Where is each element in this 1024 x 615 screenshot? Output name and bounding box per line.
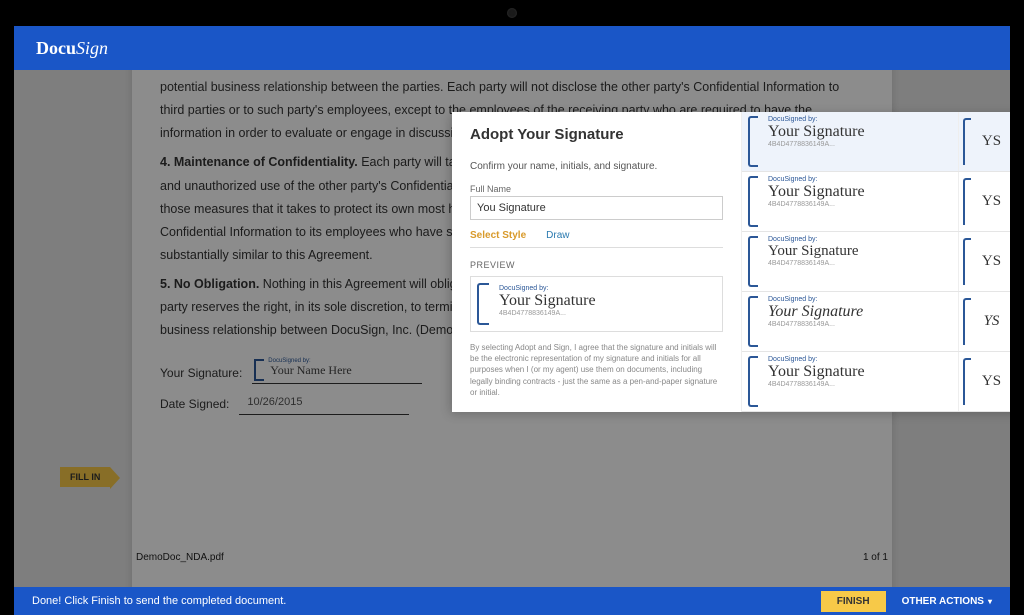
stamp-hash: 4B4D4778836149A... bbox=[768, 201, 952, 208]
initials-bracket-icon bbox=[963, 118, 971, 165]
document-filename: DemoDoc_NDA.pdf bbox=[136, 552, 224, 563]
signature-options-list: DocuSigned by: Your Signature 4B4D477883… bbox=[742, 112, 1010, 412]
tab-select-style[interactable]: Select Style bbox=[470, 230, 526, 241]
brand-script: Sign bbox=[76, 38, 108, 58]
date-field[interactable]: 10/26/2015 bbox=[239, 392, 409, 415]
stamp-hash: 4B4D4778836149A... bbox=[768, 321, 952, 328]
stamp-hash: 4B4D4778836149A... bbox=[768, 381, 952, 388]
page-indicator: 1 of 1 bbox=[863, 552, 888, 563]
stamp-signature: Your Signature bbox=[768, 243, 952, 260]
signature-bracket-icon bbox=[748, 296, 758, 347]
date-label: Date Signed: bbox=[160, 393, 229, 415]
stamp-label: DocuSigned by: bbox=[768, 176, 952, 183]
page-footer: DemoDoc_NDA.pdf 1 of 1 bbox=[132, 552, 892, 563]
initials-bracket-icon bbox=[963, 178, 971, 225]
stamp-label: DocuSigned by: bbox=[499, 285, 712, 292]
stamp-label: DocuSigned by: bbox=[768, 356, 952, 363]
full-name-label: Full Name bbox=[470, 184, 723, 194]
signature-option[interactable]: DocuSigned by: Your Signature 4B4D477883… bbox=[742, 292, 1010, 352]
initials-bracket-icon bbox=[963, 238, 971, 285]
modal-title: Adopt Your Signature bbox=[470, 126, 723, 143]
initials-text: YS bbox=[982, 193, 1001, 210]
initials-bracket-icon bbox=[963, 358, 971, 405]
bottom-bar: Done! Click Finish to send the completed… bbox=[14, 587, 1010, 615]
full-name-input[interactable] bbox=[470, 196, 723, 220]
signature-placeholder: Your Name Here bbox=[270, 359, 351, 381]
signature-tabs: Select Style Draw bbox=[470, 230, 723, 248]
stamp-label: DocuSigned by: bbox=[768, 236, 952, 243]
signature-field[interactable]: DocuSigned by: Your Name Here bbox=[252, 383, 422, 384]
initials-preview: DS YS bbox=[958, 112, 1010, 171]
initials-text: YS bbox=[982, 373, 1001, 390]
stamp-label: DocuSigned by: bbox=[768, 296, 952, 303]
stamp-signature: Your Signature bbox=[768, 183, 952, 201]
section-heading: 4. Maintenance of Confidentiality. bbox=[160, 155, 358, 169]
initials-preview: DS YS bbox=[958, 172, 1010, 231]
signature-preview: DocuSigned by: Your Signature 4B4D477883… bbox=[470, 276, 723, 332]
stamp-hash: 4B4D4778836149A... bbox=[499, 310, 712, 317]
signature-bracket-icon bbox=[748, 356, 758, 407]
signature-option[interactable]: DocuSigned by: Your Signature 4B4D477883… bbox=[742, 172, 1010, 232]
legal-disclaimer: By selecting Adopt and Sign, I agree tha… bbox=[470, 342, 723, 398]
initials-bracket-icon bbox=[963, 298, 971, 345]
stamp-signature: Your Signature bbox=[768, 303, 952, 321]
signature-option[interactable]: DocuSigned by: Your Signature 4B4D477883… bbox=[742, 352, 1010, 412]
fill-in-tag[interactable]: FILL IN bbox=[60, 467, 110, 487]
initials-preview: DS YS bbox=[958, 292, 1010, 351]
initials-text: YS bbox=[982, 253, 1001, 270]
signature-bracket-icon bbox=[477, 283, 489, 325]
signature-bracket-icon bbox=[748, 176, 758, 227]
stamp-label: DocuSigned by: bbox=[768, 116, 952, 123]
initials-preview: DS YS bbox=[958, 232, 1010, 291]
adopt-signature-modal: Adopt Your Signature Confirm your name, … bbox=[452, 112, 1010, 412]
signature-bracket-icon bbox=[748, 116, 758, 167]
modal-left-pane: Adopt Your Signature Confirm your name, … bbox=[452, 112, 742, 412]
initials-text: YS bbox=[982, 133, 1001, 150]
stamp-hash: 4B4D4778836149A... bbox=[768, 141, 952, 148]
section-heading: 5. No Obligation. bbox=[160, 277, 259, 291]
signature-bracket-icon bbox=[254, 361, 264, 381]
stamp-signature: Your Signature bbox=[499, 292, 712, 310]
stamp-signature: Your Signature bbox=[768, 363, 952, 381]
finish-button[interactable]: FINISH bbox=[821, 591, 886, 612]
stamp-signature: Your Signature bbox=[768, 123, 952, 141]
signature-label: Your Signature: bbox=[160, 362, 242, 384]
other-actions-button[interactable]: OTHER ACTIONS ▾ bbox=[902, 596, 992, 607]
brand-bar: DocuSign bbox=[14, 26, 1010, 70]
chevron-down-icon: ▾ bbox=[988, 597, 992, 606]
initials-preview: DS YS bbox=[958, 352, 1010, 411]
signature-option[interactable]: DocuSigned by: Your Signature 4B4D477883… bbox=[742, 112, 1010, 172]
signature-option[interactable]: DocuSigned by: Your Signature 4B4D477883… bbox=[742, 232, 1010, 292]
camera-icon bbox=[507, 8, 517, 18]
initials-text: YS bbox=[984, 313, 1000, 330]
other-actions-label: OTHER ACTIONS bbox=[902, 596, 984, 607]
app-screen: DocuSign FILL IN potential business rela… bbox=[14, 26, 1010, 615]
brand-logo: DocuSign bbox=[36, 38, 108, 59]
tab-draw[interactable]: Draw bbox=[546, 230, 569, 241]
signature-bracket-icon bbox=[748, 236, 758, 287]
brand-prefix: Docu bbox=[36, 38, 76, 58]
monitor-bezel: DocuSign FILL IN potential business rela… bbox=[0, 0, 1024, 615]
stamp-hash: 4B4D4778836149A... bbox=[768, 260, 952, 267]
status-message: Done! Click Finish to send the completed… bbox=[32, 595, 286, 607]
preview-label: PREVIEW bbox=[470, 260, 723, 270]
modal-subtitle: Confirm your name, initials, and signatu… bbox=[470, 161, 723, 172]
